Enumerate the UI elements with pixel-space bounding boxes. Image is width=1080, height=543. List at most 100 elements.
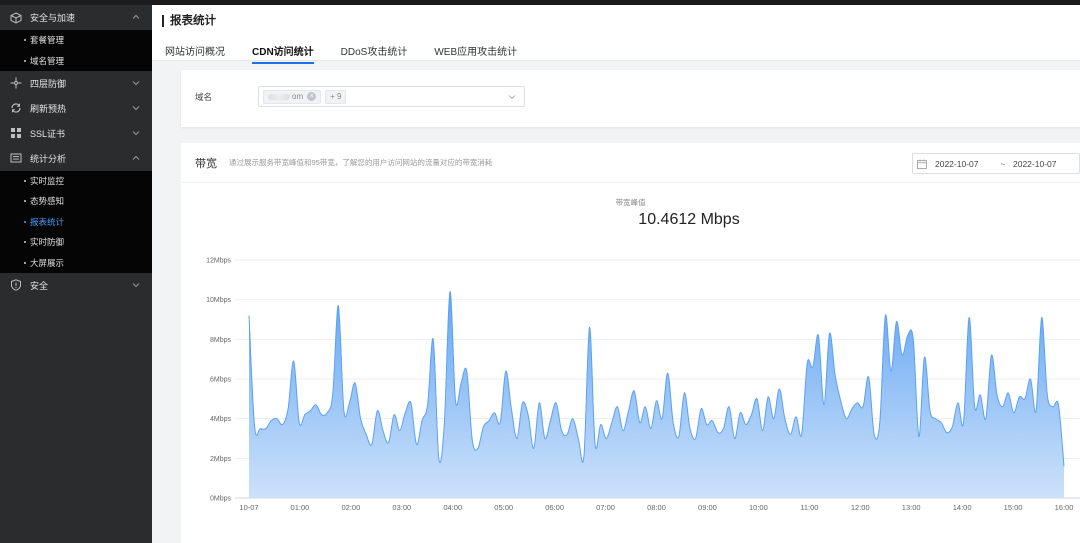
x-tick-label: 06:00 [545,503,564,512]
cube-icon [10,11,22,24]
list-icon [10,152,22,164]
chevron-down-icon [508,95,516,100]
y-tick-label: 10Mbps [206,297,231,304]
sidebar-item-label: 实时防御 [30,237,65,248]
domain-tag-text: om [292,92,304,101]
x-tick-label: 02:00 [341,503,360,512]
sidebar-group-label: 四层防御 [30,78,67,89]
sidebar-item-package-management[interactable]: 套餐管理 [0,30,152,50]
y-tick-label: 2Mbps [210,456,232,463]
network-icon [10,77,22,89]
sidebar-group-layer4-defense[interactable]: 四层防御 [0,71,152,96]
bullet-icon [24,179,26,182]
tab-cdn-statistics[interactable]: CDN访问统计 [252,43,314,64]
bullet-icon [24,39,26,42]
sidebar-item-realtime-defense[interactable]: 实时防御 [0,232,152,252]
bullet-icon [24,200,26,203]
sidebar-item-label: 套餐管理 [30,35,65,46]
sidebar-group-security[interactable]: 安全 [0,273,152,298]
domain-tag: om × [263,89,322,104]
sidebar-group-statistics[interactable]: 统计分析 [0,146,152,171]
page-header: 报表统计 网站访问概况 CDN访问统计 DDoS攻击统计 WEB应用攻击统计 [152,5,1080,64]
x-tick-label: 11:00 [800,503,818,512]
sidebar-item-realtime-monitor[interactable]: 实时监控 [0,171,152,191]
sidebar-group-security-acceleration[interactable]: 安全与加速 [0,5,152,30]
chevron-down-icon [132,80,140,85]
date-range-picker[interactable]: 2022-10-07 ~ 2022-10-07 [912,153,1080,174]
bandwidth-area [249,291,1064,498]
x-tick-label: 15:00 [1004,503,1023,512]
sidebar-item-label: 域名管理 [30,55,65,66]
x-tick-label: 12:00 [851,503,870,512]
sidebar-item-label: 大屏展示 [30,257,65,268]
sidebar-item-label: 报表统计 [30,216,65,227]
shield-icon [10,279,22,291]
end-date[interactable]: 2022-10-07 [1013,159,1056,169]
refresh-icon [10,102,22,114]
bandwidth-card: 带宽 通过展示服务带宽峰值和95带宽，了解您的用户访问网站的流量对应的带宽消耗 … [181,143,1080,543]
page-title: 报表统计 [162,15,216,27]
tab-bar: 网站访问概况 CDN访问统计 DDoS攻击统计 WEB应用攻击统计 [165,43,544,64]
x-tick-label: 10-07 [239,503,258,512]
domain-select[interactable]: om × + 9 [258,86,525,107]
close-icon[interactable]: × [307,92,317,101]
x-tick-label: 07:00 [596,503,615,512]
sidebar-group-label: SSL证书 [30,128,66,139]
x-tick-label: 03:00 [392,503,411,512]
calendar-icon [917,159,927,169]
y-tick-label: 0Mbps [210,496,232,503]
sidebar-item-situation-awareness[interactable]: 态势感知 [0,191,152,211]
filter-card: 域名 om × + 9 [181,70,1080,127]
x-tick-label: 10:00 [749,503,768,512]
y-tick-label: 6Mbps [210,377,232,384]
chevron-up-icon [132,14,140,19]
bullet-icon [24,241,26,244]
start-date[interactable]: 2022-10-07 [935,159,993,169]
sidebar-item-label: 态势感知 [30,196,65,207]
sidebar-item-big-screen[interactable]: 大屏展示 [0,252,152,272]
peak-bandwidth-value: 10.4612 Mbps [638,211,740,228]
sidebar-group-ssl-certificate[interactable]: SSL证书 [0,121,152,146]
sidebar-group-label: 安全与加速 [30,13,76,23]
sidebar: 安全与加速 套餐管理 域名管理 四层防御 刷新预热 SSL证书 统计分析 实时监… [0,5,152,543]
more-domains-tag: + 9 [325,89,347,104]
chevron-down-icon [132,130,140,135]
date-separator: ~ [1000,158,1006,169]
x-tick-label: 14:00 [953,503,972,512]
section-description: 通过展示服务带宽峰值和95带宽，了解您的用户访问网站的流量对应的带宽消耗 [229,158,493,167]
tab-web-attack-statistics[interactable]: WEB应用攻击统计 [434,43,517,64]
tab-site-overview[interactable]: 网站访问概况 [165,43,225,64]
sidebar-item-report-statistics[interactable]: 报表统计 [0,212,152,232]
grid-icon [10,127,22,139]
divider [181,182,1080,183]
x-tick-label: 05:00 [494,503,513,512]
x-tick-label: 08:00 [647,503,666,512]
chevron-up-icon [132,155,140,160]
sidebar-group-label: 统计分析 [30,153,67,164]
sidebar-group-label: 刷新预热 [30,103,67,114]
x-tick-label: 01:00 [291,503,310,512]
x-tick-label: 04:00 [443,503,462,512]
y-tick-label: 8Mbps [210,337,232,344]
sidebar-group-refresh-preload[interactable]: 刷新预热 [0,96,152,121]
bullet-icon [24,261,26,264]
sidebar-submenu-statistics: 实时监控 态势感知 报表统计 实时防御 大屏展示 [0,170,152,273]
sidebar-item-domain-management[interactable]: 域名管理 [0,50,152,70]
redacted-domain [268,93,290,100]
peak-bandwidth-label: 带宽峰值 [615,198,646,207]
domain-label: 域名 [195,92,213,102]
section-title: 带宽 [195,158,217,170]
x-tick-label: 09:00 [698,503,717,512]
sidebar-item-label: 实时监控 [30,175,65,186]
bullet-icon [24,59,26,62]
sidebar-group-label: 安全 [30,280,49,291]
sidebar-submenu-security-acceleration: 套餐管理 域名管理 [0,30,152,71]
x-tick-label: 13:00 [902,503,921,512]
x-tick-label: 16:00 [1055,503,1074,512]
y-tick-label: 12Mbps [206,258,231,265]
bandwidth-chart: 0Mbps 2Mbps 4Mbps 6Mbps 8Mbps 10Mbps 12Mbps 10-… [206,258,1080,512]
chevron-down-icon [132,282,140,287]
tab-ddos-statistics[interactable]: DDoS攻击统计 [341,43,408,64]
chevron-down-icon [132,105,140,110]
y-tick-label: 4Mbps [210,416,232,423]
